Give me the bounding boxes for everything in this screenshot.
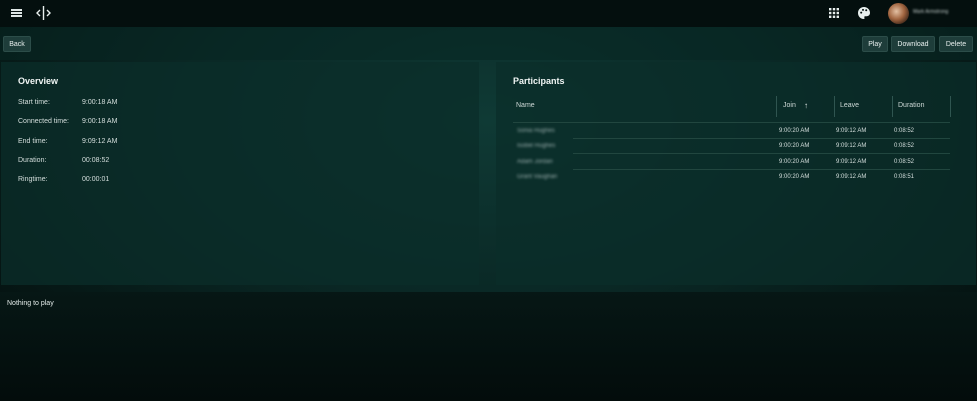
- participant-leave: 9:09:12 AM: [836, 159, 867, 165]
- participants-panel: Participants Name Join ↑ Leave Duration …: [496, 62, 976, 285]
- table-row[interactable]: Grant Vaughan 9:00:20 AM 9:09:12 AM 0:08…: [513, 170, 950, 185]
- participant-name: Adam Jordan: [517, 159, 553, 165]
- overview-value: 9:09:12 AM: [82, 138, 118, 145]
- toolbar: Back Play Download Delete: [0, 27, 977, 60]
- arrow-up-icon[interactable]: ↑: [804, 101, 808, 110]
- participant-duration: 0:08:52: [894, 128, 915, 134]
- table-row[interactable]: Adam Jordan 9:00:20 AM 9:09:12 AM 0:08:5…: [513, 155, 950, 170]
- logo-icon[interactable]: [35, 5, 52, 21]
- participant-leave: 9:09:12 AM: [836, 174, 867, 180]
- participants-title: Participants: [513, 76, 565, 86]
- overview-label: Start time:: [18, 99, 50, 106]
- participant-join: 9:00:20 AM: [779, 174, 810, 180]
- overview-label: End time:: [18, 138, 48, 145]
- hamburger-icon[interactable]: [10, 6, 24, 20]
- row-divider: [573, 153, 950, 154]
- participant-leave: 9:09:12 AM: [836, 143, 867, 149]
- back-button[interactable]: Back: [3, 36, 31, 52]
- column-divider[interactable]: [950, 96, 951, 117]
- column-header-name[interactable]: Name: [516, 102, 535, 109]
- player-message: Nothing to play: [7, 300, 54, 307]
- participant-name: Isobel Hughes: [517, 143, 556, 149]
- play-button[interactable]: Play: [862, 36, 888, 52]
- download-button[interactable]: Download: [891, 36, 935, 52]
- column-header-leave[interactable]: Leave: [840, 102, 859, 109]
- column-divider[interactable]: [892, 96, 893, 117]
- avatar[interactable]: [888, 3, 909, 24]
- participant-join: 9:00:20 AM: [779, 143, 810, 149]
- column-header-duration[interactable]: Duration: [898, 102, 924, 109]
- participant-leave: 9:09:12 AM: [836, 128, 867, 134]
- overview-label: Connected time:: [18, 118, 69, 125]
- column-divider[interactable]: [776, 96, 777, 117]
- participant-duration: 0:08:52: [894, 159, 915, 165]
- table-row[interactable]: Sonia Hughes 9:00:20 AM 9:09:12 AM 0:08:…: [513, 124, 950, 139]
- grid-icon[interactable]: [828, 7, 840, 19]
- palette-icon[interactable]: [857, 6, 871, 20]
- overview-value: 00:08:52: [82, 157, 110, 164]
- app-root: Mark Armstrong Back Play Download Delete…: [0, 0, 977, 401]
- overview-panel: Overview Start time: 9:00:18 AM Connecte…: [1, 62, 479, 285]
- overview-value: 9:00:18 AM: [82, 118, 118, 125]
- top-bar: Mark Armstrong: [0, 0, 977, 27]
- participant-duration: 0:08:51: [894, 174, 915, 180]
- participant-join: 9:00:20 AM: [779, 159, 810, 165]
- header-divider: [513, 122, 950, 123]
- participant-name: Sonia Hughes: [517, 128, 555, 134]
- media-player: Nothing to play: [0, 292, 977, 401]
- user-name[interactable]: Mark Armstrong: [913, 9, 948, 15]
- participant-name: Grant Vaughan: [517, 174, 558, 180]
- participant-join: 9:00:20 AM: [779, 128, 810, 134]
- participant-duration: 0:08:52: [894, 143, 915, 149]
- overview-label: Duration:: [18, 157, 47, 164]
- overview-label: Ringtime:: [18, 176, 48, 183]
- delete-button[interactable]: Delete: [939, 36, 973, 52]
- overview-value: 9:00:18 AM: [82, 99, 118, 106]
- table-row[interactable]: Isobel Hughes 9:00:20 AM 9:09:12 AM 0:08…: [513, 139, 950, 154]
- column-header-join[interactable]: Join: [783, 102, 796, 109]
- column-divider[interactable]: [834, 96, 835, 117]
- overview-title: Overview: [18, 76, 59, 86]
- overview-value: 00:00:01: [82, 176, 110, 183]
